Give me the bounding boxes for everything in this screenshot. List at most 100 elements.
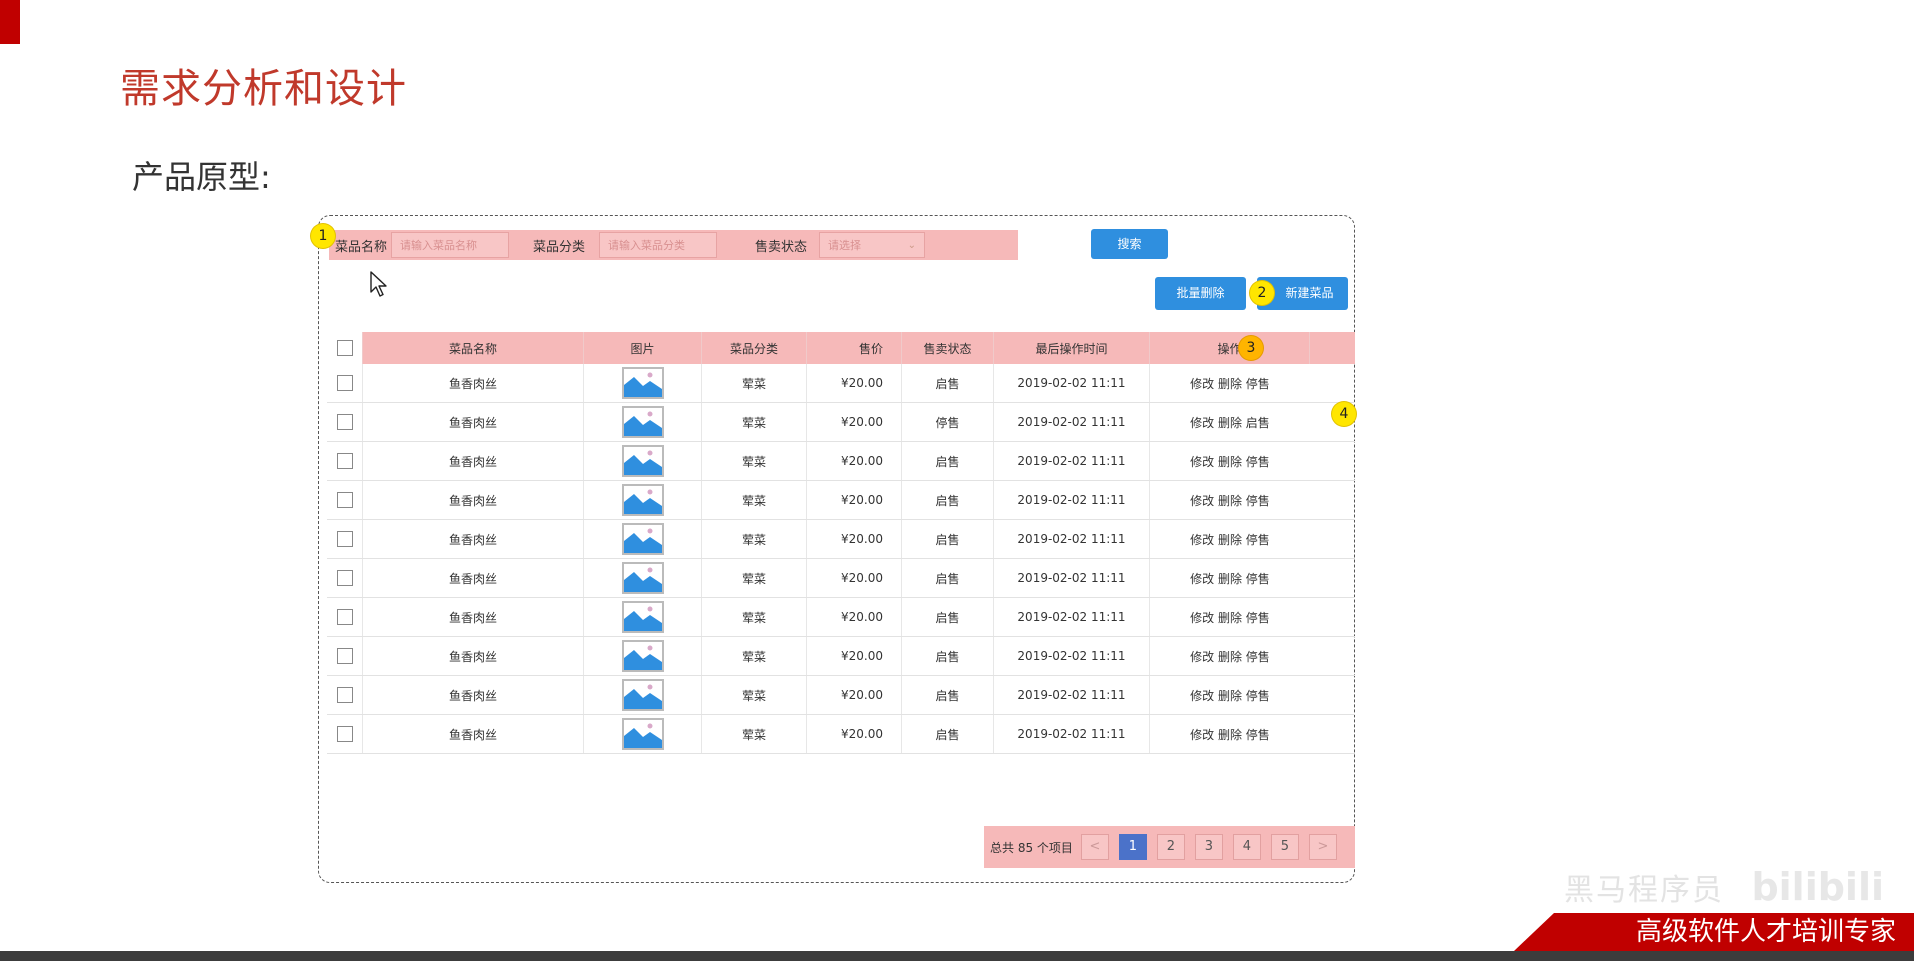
page-button-5[interactable]: 5 (1270, 834, 1299, 860)
brand-banner-accent (1514, 913, 1554, 951)
row-category: 荤菜 (702, 364, 807, 402)
search-bar: 菜品名称 请输入菜品名称 菜品分类 请输入菜品分类 售卖状态 请选择 ⌄ (329, 230, 1018, 260)
row-checkbox[interactable] (336, 453, 353, 469)
row-category: 荤菜 (702, 598, 807, 636)
row-image-cell (584, 481, 702, 519)
row-operations[interactable]: 修改 删除 停售 (1150, 442, 1310, 480)
row-operations[interactable]: 修改 删除 停售 (1150, 481, 1310, 519)
table-header: 菜品名称 图片 菜品分类 售价 售卖状态 最后操作时间 操作 (327, 332, 1355, 364)
pagination-next-button[interactable]: > (1308, 834, 1337, 860)
header-operations: 操作 (1150, 332, 1310, 364)
row-operations[interactable]: 修改 删除 停售 (1150, 715, 1310, 753)
table-row: 鱼香肉丝 荤菜 ¥20.00 启售 2019-02-02 11:11 修改 删除 停售 (327, 364, 1355, 403)
row-time: 2019-02-02 11:11 (994, 442, 1150, 480)
sale-status-select[interactable]: 请选择 ⌄ (819, 232, 926, 258)
row-checkbox-cell (327, 481, 363, 519)
image-placeholder-icon (621, 484, 664, 516)
row-checkbox[interactable] (336, 687, 353, 703)
row-category: 荤菜 (702, 715, 807, 753)
row-time: 2019-02-02 11:11 (994, 520, 1150, 558)
row-checkbox-cell (327, 520, 363, 558)
pagination-prev-button[interactable]: < (1080, 834, 1109, 860)
brand-banner: 高级软件人才培训专家 (1554, 913, 1914, 951)
row-checkbox[interactable] (336, 414, 353, 430)
dish-name-input[interactable]: 请输入菜品名称 (391, 232, 510, 258)
row-checkbox[interactable] (336, 726, 353, 742)
row-image-cell (584, 637, 702, 675)
row-operations[interactable]: 修改 删除 停售 (1150, 520, 1310, 558)
row-operations[interactable]: 修改 删除 停售 (1150, 559, 1310, 597)
dish-category-input[interactable]: 请输入菜品分类 (599, 232, 718, 258)
batch-delete-button[interactable]: 批量删除 (1155, 277, 1246, 310)
row-time: 2019-02-02 11:11 (994, 598, 1150, 636)
page-button-1[interactable]: 1 (1118, 834, 1147, 860)
row-price: ¥20.00 (807, 637, 902, 675)
page-button-2[interactable]: 2 (1156, 834, 1185, 860)
row-dish-name: 鱼香肉丝 (363, 481, 584, 519)
row-category: 荤菜 (702, 559, 807, 597)
table-row: 鱼香肉丝 荤菜 ¥20.00 启售 2019-02-02 11:11 修改 删除 停售 (327, 442, 1355, 481)
select-all-checkbox[interactable] (336, 340, 353, 356)
page-button-3[interactable]: 3 (1194, 834, 1223, 860)
row-dish-name: 鱼香肉丝 (363, 364, 584, 402)
watermark-text: 黑马程序员 (1564, 873, 1724, 908)
image-placeholder-icon (621, 406, 664, 438)
row-dish-name: 鱼香肉丝 (363, 676, 584, 714)
row-operations[interactable]: 修改 删除 启售 (1150, 403, 1310, 441)
annotation-badge-3: 3 (1239, 336, 1263, 360)
row-operations[interactable]: 修改 删除 停售 (1150, 637, 1310, 675)
image-placeholder-icon (621, 718, 664, 750)
row-checkbox[interactable] (336, 570, 353, 586)
row-dish-name: 鱼香肉丝 (363, 637, 584, 675)
row-status: 启售 (902, 520, 994, 558)
table-body: 鱼香肉丝 荤菜 ¥20.00 启售 2019-02-02 11:11 修改 删除 停售 鱼香… (327, 364, 1355, 754)
row-status: 启售 (902, 559, 994, 597)
row-time: 2019-02-02 11:11 (994, 403, 1150, 441)
row-category: 荤菜 (702, 442, 807, 480)
row-image-cell (584, 559, 702, 597)
table-row: 鱼香肉丝 荤菜 ¥20.00 启售 2019-02-02 11:11 修改 删除 停售 (327, 520, 1355, 559)
row-price: ¥20.00 (807, 559, 902, 597)
row-price: ¥20.00 (807, 403, 902, 441)
table-row: 鱼香肉丝 荤菜 ¥20.00 启售 2019-02-02 11:11 修改 删除 停售 (327, 637, 1355, 676)
row-price: ¥20.00 (807, 598, 902, 636)
row-image-cell (584, 520, 702, 558)
row-time: 2019-02-02 11:11 (994, 364, 1150, 402)
row-checkbox[interactable] (336, 531, 353, 547)
row-checkbox-cell (327, 676, 363, 714)
header-category: 菜品分类 (702, 332, 807, 364)
image-placeholder-icon (621, 445, 664, 477)
prototype-frame: 菜品名称 请输入菜品名称 菜品分类 请输入菜品分类 售卖状态 请选择 ⌄ 1 搜… (311, 215, 1356, 883)
row-checkbox[interactable] (336, 648, 353, 664)
row-checkbox-cell (327, 559, 363, 597)
row-price: ¥20.00 (807, 520, 902, 558)
slide-title: 需求分析和设计 (120, 66, 407, 112)
row-image-cell (584, 403, 702, 441)
chevron-down-icon: ⌄ (907, 240, 917, 251)
image-placeholder-icon (621, 679, 664, 711)
page-button-4[interactable]: 4 (1232, 834, 1261, 860)
row-operations[interactable]: 修改 删除 停售 (1150, 676, 1310, 714)
sale-status-label: 售卖状态 (755, 239, 808, 255)
row-dish-name: 鱼香肉丝 (363, 520, 584, 558)
mouse-pointer-icon (370, 271, 387, 297)
dish-category-label: 菜品分类 (533, 239, 586, 255)
image-placeholder-icon (621, 562, 664, 594)
pagination: 总共 85 个项目 < 1 2 3 4 5 > (984, 826, 1355, 868)
row-checkbox[interactable] (336, 375, 353, 391)
row-category: 荤菜 (702, 403, 807, 441)
row-operations[interactable]: 修改 删除 停售 (1150, 364, 1310, 402)
header-price: 售价 (807, 332, 902, 364)
row-checkbox-cell (327, 637, 363, 675)
row-operations[interactable]: 修改 删除 停售 (1150, 598, 1310, 636)
image-placeholder-icon (621, 601, 664, 633)
row-checkbox[interactable] (336, 609, 353, 625)
row-checkbox[interactable] (336, 492, 353, 508)
search-button[interactable]: 搜索 (1091, 229, 1168, 259)
table-row: 鱼香肉丝 荤菜 ¥20.00 停售 2019-02-02 11:11 修改 删除 启售 (327, 403, 1355, 442)
corner-accent (0, 0, 20, 44)
row-checkbox-cell (327, 442, 363, 480)
table-row: 鱼香肉丝 荤菜 ¥20.00 启售 2019-02-02 11:11 修改 删除 停售 (327, 481, 1355, 520)
table-row: 鱼香肉丝 荤菜 ¥20.00 启售 2019-02-02 11:11 修改 删除 停售 (327, 715, 1355, 754)
row-dish-name: 鱼香肉丝 (363, 715, 584, 753)
